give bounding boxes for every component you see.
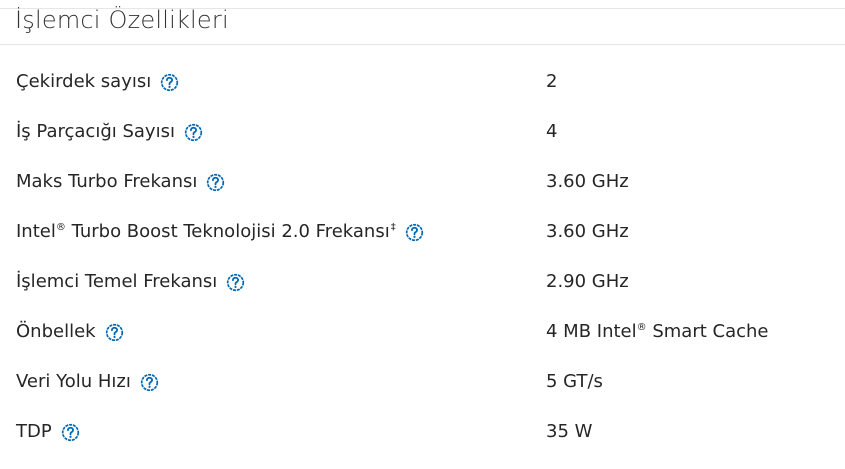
spec-label-text: Çekirdek sayısı — [16, 71, 152, 92]
help-icon[interactable] — [140, 373, 159, 392]
spec-label-text: İşlemci Temel Frekansı — [16, 271, 218, 292]
spec-label-text: İş Parçacığı Sayısı — [16, 121, 175, 142]
spec-row-max-turbo: Maks Turbo Frekansı 3.60 GHz — [0, 157, 845, 207]
spec-value: 4 MB Intel® Smart Cache — [546, 320, 769, 344]
spec-value: 5 GT/s — [546, 371, 603, 392]
spec-label: Önbellek — [16, 320, 124, 344]
spec-row-cores: Çekirdek sayısı 2 — [0, 57, 845, 107]
help-icon[interactable] — [206, 173, 225, 192]
spec-row-bus-speed: Veri Yolu Hızı 5 GT/s — [0, 357, 845, 407]
spec-label: Intel® Turbo Boost Teknolojisi 2.0 Freka… — [16, 220, 424, 244]
spec-row-base-frequency: İşlemci Temel Frekansı 2.90 GHz — [0, 257, 845, 307]
spec-value: 2 — [546, 71, 558, 92]
spec-row-cache: Önbellek 4 MB Intel® Smart Cache — [0, 307, 845, 357]
registered-mark: ® — [55, 222, 66, 233]
spec-value-prefix: 4 MB Intel — [546, 321, 637, 342]
spec-label: TDP — [16, 420, 80, 444]
spec-value: 4 — [546, 121, 558, 142]
registered-mark: ® — [636, 322, 647, 333]
spec-label-text: Önbellek — [16, 321, 96, 342]
spec-row-tdp: TDP 35 W — [0, 407, 845, 457]
spec-value: 2.90 GHz — [546, 271, 629, 292]
spec-value: 35 W — [546, 421, 593, 442]
spec-label: Maks Turbo Frekansı — [16, 170, 225, 194]
spec-value-suffix: Smart Cache — [646, 321, 769, 342]
help-icon[interactable] — [405, 223, 424, 242]
spec-label: İş Parçacığı Sayısı — [16, 120, 203, 144]
section-title: İşlemci Özellikleri — [15, 6, 229, 34]
help-icon[interactable] — [61, 423, 80, 442]
help-icon[interactable] — [184, 123, 203, 142]
spec-label-text: Veri Yolu Hızı — [16, 371, 131, 392]
help-icon[interactable] — [160, 73, 179, 92]
help-icon[interactable] — [105, 323, 124, 342]
spec-value: 3.60 GHz — [546, 221, 629, 242]
spec-label: Veri Yolu Hızı — [16, 370, 159, 394]
help-icon[interactable] — [226, 273, 245, 292]
spec-label-brand: Intel — [16, 221, 56, 242]
spec-label: İşlemci Temel Frekansı — [16, 270, 245, 294]
spec-list: Çekirdek sayısı 2 İş Parçacığı Sayısı 4 … — [0, 57, 845, 457]
spec-label-rest: Turbo Boost Teknolojisi 2.0 Frekansı — [65, 221, 390, 242]
spec-row-turbo-boost: Intel® Turbo Boost Teknolojisi 2.0 Freka… — [0, 207, 845, 257]
spec-label-text: TDP — [16, 421, 52, 442]
spec-label-text: Intel® Turbo Boost Teknolojisi 2.0 Freka… — [16, 220, 396, 244]
spec-value: 3.60 GHz — [546, 171, 629, 192]
spec-row-threads: İş Parçacığı Sayısı 4 — [0, 107, 845, 157]
spec-label-text: Maks Turbo Frekansı — [16, 171, 198, 192]
spec-label: Çekirdek sayısı — [16, 70, 179, 94]
title-divider — [0, 44, 845, 45]
footnote-mark: ‡ — [390, 222, 396, 233]
